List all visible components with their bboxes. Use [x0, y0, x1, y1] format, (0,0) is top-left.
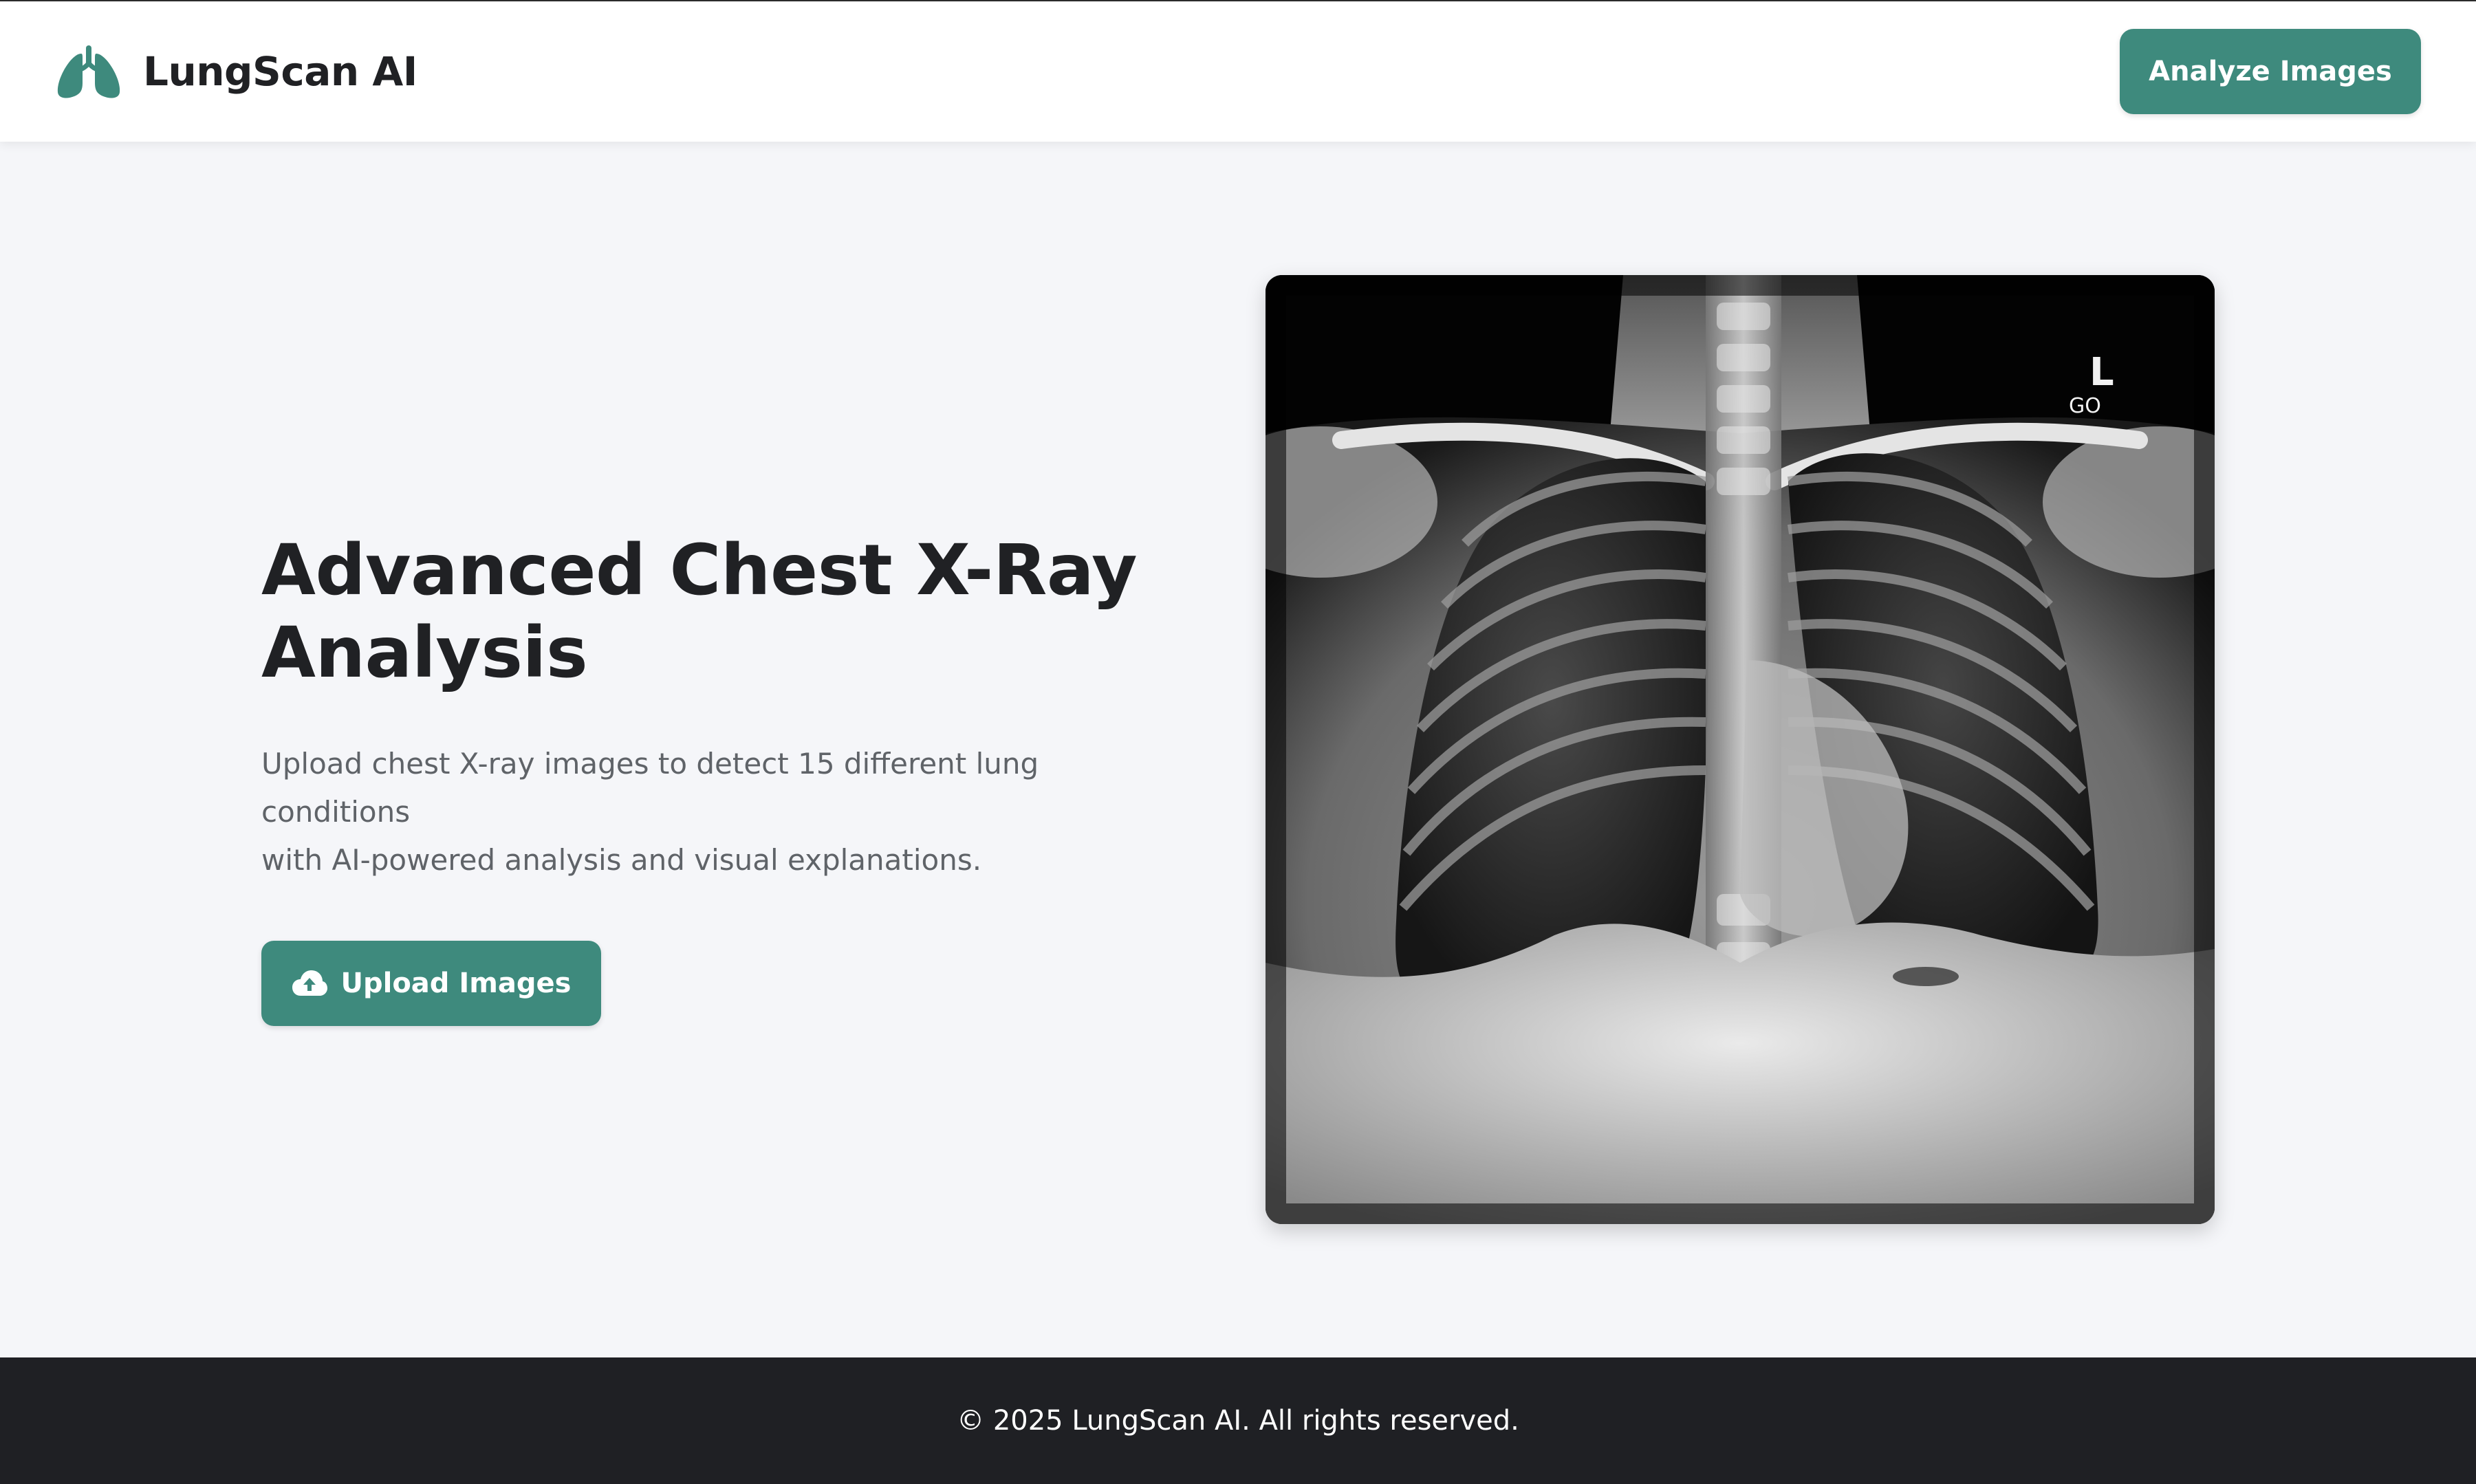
brand-name: LungScan AI: [143, 48, 417, 95]
hero-title-line-2: Analysis: [261, 612, 588, 694]
brand[interactable]: LungScan AI: [54, 44, 417, 99]
footer: © 2025 LungScan AI. All rights reserved.: [0, 1357, 2476, 1484]
upload-images-button[interactable]: Upload Images: [261, 941, 601, 1026]
hero-subtitle: Upload chest X-ray images to detect 15 d…: [261, 740, 1155, 884]
analyze-images-button[interactable]: Analyze Images: [2120, 29, 2421, 114]
hero-title-line-1: Advanced Chest X-Ray: [261, 530, 1138, 611]
top-navbar: LungScan AI Analyze Images: [0, 0, 2476, 142]
hero-subtitle-line-2: with AI-powered analysis and visual expl…: [261, 843, 982, 877]
hero-subtitle-line-1: Upload chest X-ray images to detect 15 d…: [261, 747, 1039, 829]
chest-xray-image: L GO: [1266, 275, 2215, 1224]
footer-copyright: © 2025 LungScan AI. All rights reserved.: [957, 1405, 1519, 1437]
cloud-upload-icon: [292, 970, 327, 997]
hero-title: Advanced Chest X-Ray Analysis: [261, 530, 1155, 695]
lungs-icon: [54, 44, 124, 99]
hero-section: Advanced Chest X-Ray Analysis Upload che…: [261, 530, 1155, 1026]
svg-text:L: L: [2089, 350, 2114, 395]
svg-text:GO: GO: [2069, 394, 2101, 418]
upload-images-label: Upload Images: [340, 968, 572, 999]
landing-page: LungScan AI Analyze Images Advanced Ches…: [0, 0, 2476, 1484]
